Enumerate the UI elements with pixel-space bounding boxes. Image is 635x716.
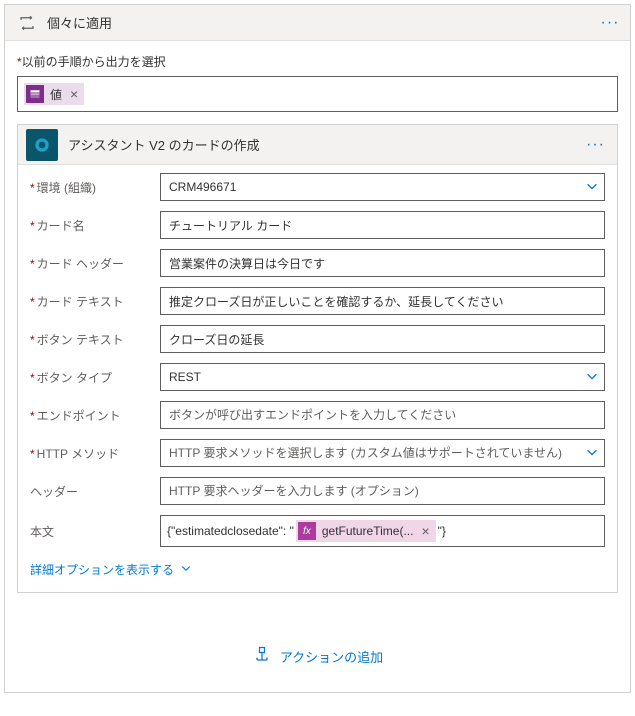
row-button-type: *ボタン タイプ [30, 363, 605, 391]
add-action-icon [252, 645, 272, 668]
card-header-input[interactable] [160, 249, 605, 277]
headers-input[interactable] [160, 477, 605, 505]
fx-token-label: getFutureTime(... [322, 524, 414, 538]
foreach-title: 個々に適用 [41, 13, 598, 32]
row-headers: ヘッダー [30, 477, 605, 505]
value-token-remove-icon[interactable]: × [70, 86, 78, 102]
endpoint-input[interactable] [160, 401, 605, 429]
foreach-icon [13, 9, 41, 37]
fx-token[interactable]: fx getFutureTime(... × [296, 520, 436, 542]
row-button-text: *ボタン テキスト [30, 325, 605, 353]
row-http-method: *HTTP メソッド [30, 439, 605, 467]
environment-select[interactable] [160, 173, 605, 201]
card-text-input[interactable] [160, 287, 605, 315]
foreach-card: 個々に適用 ··· *以前の手順から出力を選択 値 × アシスタント V2 のカ… [4, 4, 631, 693]
add-action-button[interactable]: アクションの追加 [252, 645, 383, 668]
fx-icon: fx [298, 522, 316, 540]
row-card-text: *カード テキスト [30, 287, 605, 315]
value-token[interactable]: 値 × [24, 83, 84, 105]
foreach-menu-icon[interactable]: ··· [598, 14, 622, 32]
row-environment: *環境 (組織) [30, 173, 605, 201]
card-name-input[interactable] [160, 211, 605, 239]
action-header[interactable]: アシスタント V2 のカードの作成 ··· [18, 125, 617, 165]
assistant-icon [26, 129, 58, 161]
button-type-select[interactable] [160, 363, 605, 391]
foreach-header[interactable]: 個々に適用 ··· [5, 5, 630, 41]
value-token-label: 値 [50, 86, 62, 103]
add-action-area: アクションの追加 [5, 605, 630, 692]
action-card: アシスタント V2 のカードの作成 ··· *環境 (組織) *カード名 *カー… [17, 124, 618, 593]
fx-token-remove-icon[interactable]: × [421, 523, 429, 539]
row-endpoint: *エンドポイント [30, 401, 605, 429]
add-action-label: アクションの追加 [280, 647, 383, 666]
action-form: *環境 (組織) *カード名 *カード ヘッダー *カード テキスト *ボタン … [18, 165, 617, 547]
prev-output-input[interactable]: 値 × [17, 76, 618, 112]
body-input[interactable]: {"estimatedclosedate": " fx getFutureTim… [160, 515, 605, 547]
row-card-name: *カード名 [30, 211, 605, 239]
show-advanced-link[interactable]: 詳細オプションを表示する [18, 557, 204, 592]
action-title: アシスタント V2 のカードの作成 [58, 135, 582, 154]
body-suffix-text: "} [438, 524, 446, 538]
dataverse-icon [26, 85, 44, 103]
prev-output-label: *以前の手順から出力を選択 [5, 41, 630, 76]
http-method-select[interactable] [160, 439, 605, 467]
action-menu-icon[interactable]: ··· [582, 136, 609, 154]
body-prefix-text: {"estimatedclosedate": " [167, 524, 294, 538]
chevron-down-icon [180, 562, 192, 577]
row-body: 本文 {"estimatedclosedate": " fx getFuture… [30, 515, 605, 547]
row-card-header: *カード ヘッダー [30, 249, 605, 277]
button-text-input[interactable] [160, 325, 605, 353]
